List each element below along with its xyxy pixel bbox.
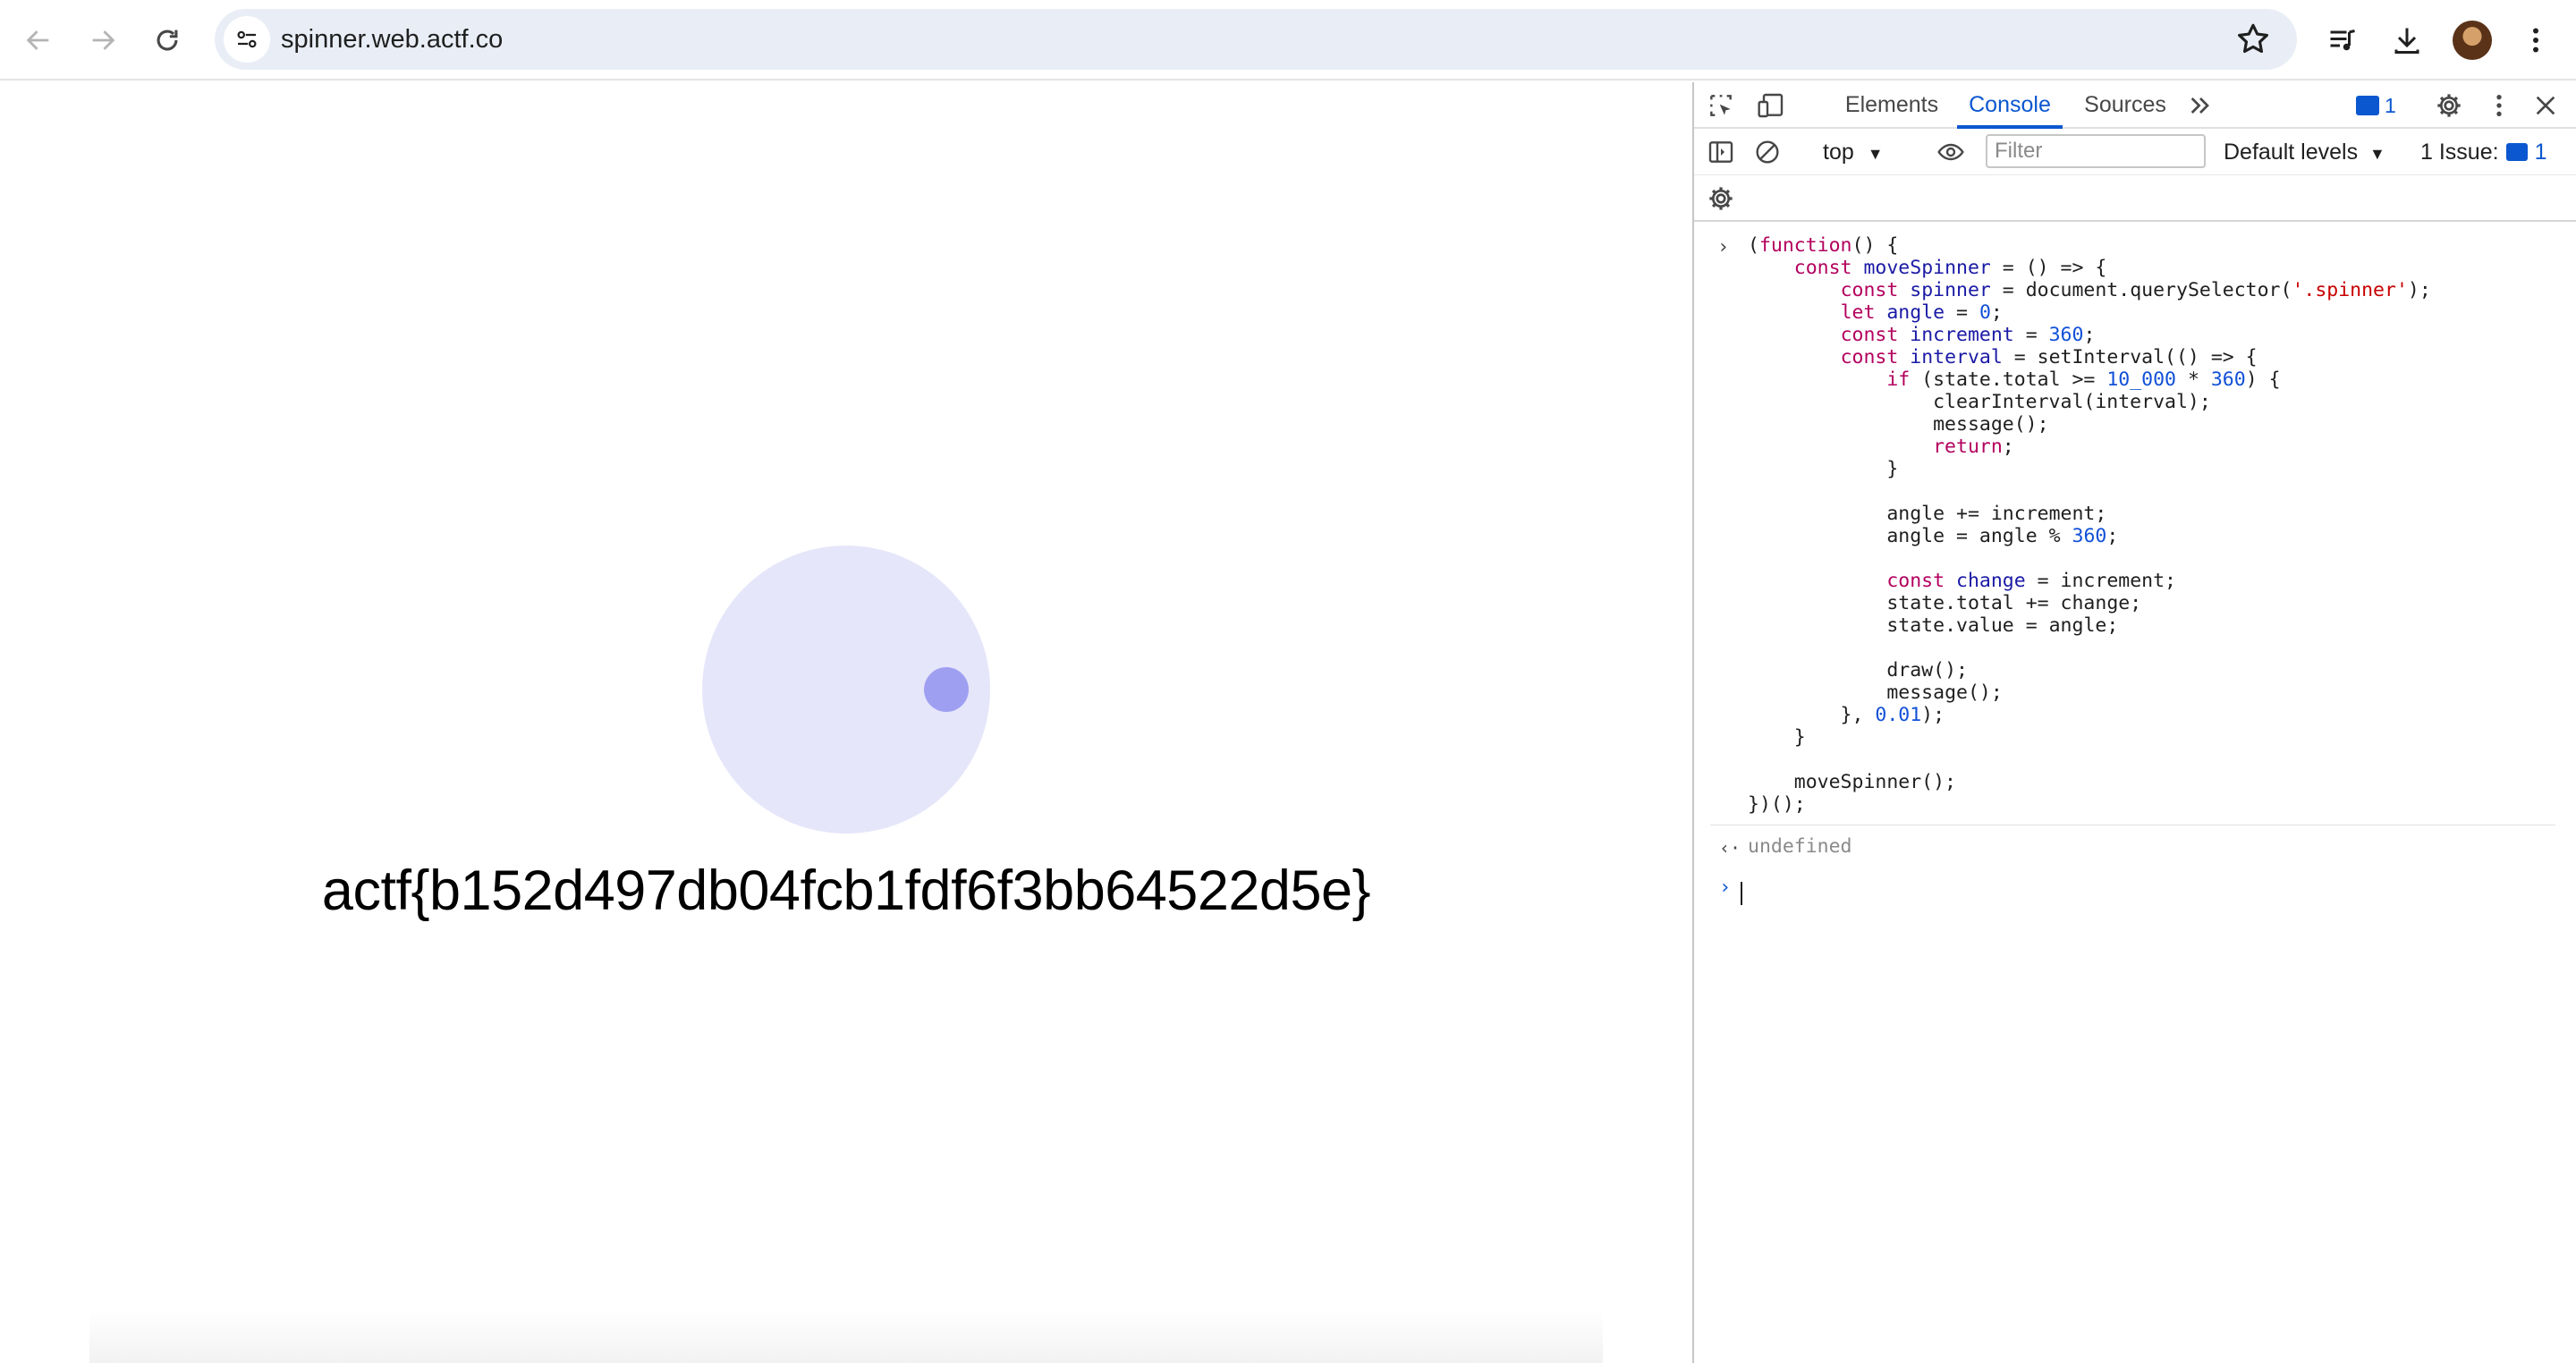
result-arrow-icon: ‹·	[1719, 837, 1741, 859]
console-settings-row	[1694, 175, 2576, 222]
tab-sources[interactable]: Sources	[2073, 82, 2177, 129]
issues-label: 1 Issue:	[2420, 140, 2499, 165]
download-icon	[2394, 28, 2419, 54]
back-button[interactable]	[14, 16, 63, 64]
more-tabs-icon	[2190, 97, 2209, 114]
code-line: message();	[1886, 682, 2003, 704]
devtools-tabbar: Elements Console Sources 1	[1694, 82, 2576, 129]
issue-icon	[2505, 143, 2528, 161]
inspect-button[interactable]	[1707, 91, 1735, 120]
log-levels-dropdown[interactable]: Default levels ▼	[2224, 137, 2385, 167]
log-levels-label: Default levels	[2224, 140, 2359, 165]
kebab-icon	[2496, 95, 2502, 116]
clear-console-icon	[1756, 140, 1779, 164]
avatar[interactable]	[2453, 21, 2492, 60]
code-line: const change = increment;	[1886, 570, 2176, 592]
live-expression-button[interactable]	[1936, 138, 1966, 166]
issues-count: 1	[2534, 140, 2547, 165]
spinner[interactable]	[702, 546, 990, 834]
settings-icon	[2437, 94, 2461, 117]
code-line: state.value = angle;	[1886, 614, 2119, 637]
spinner-handle[interactable]	[924, 667, 969, 712]
console-filter-input[interactable]: Filter	[1986, 134, 2206, 168]
forward-button[interactable]	[79, 16, 127, 64]
result-text: undefined	[1748, 835, 1852, 858]
text-caret	[1741, 882, 1742, 905]
code-line: clearInterval(interval);	[1933, 391, 2211, 413]
devtools-menu-button[interactable]	[2485, 91, 2513, 120]
tab-elements[interactable]: Elements	[1837, 82, 1946, 129]
device-toolbar-icon	[1758, 93, 1784, 118]
code-line: if (state.total >= 10_000 * 360) {	[1886, 368, 2281, 391]
code-line: }	[1748, 458, 1899, 480]
url-text[interactable]: spinner.web.actf.co	[281, 9, 503, 70]
chevron-right-icon: ›	[1717, 236, 1730, 258]
devtools-close-button[interactable]	[2531, 91, 2560, 120]
forward-icon	[92, 30, 115, 50]
code-line: message();	[1933, 413, 2049, 436]
eye-icon	[1937, 143, 1964, 161]
console-code: (function() { const moveSpinner = () => …	[1748, 234, 2431, 816]
media-controls-button[interactable]	[2318, 16, 2367, 64]
code-line: (function() {	[1748, 234, 1899, 257]
chevron-down-icon: ▼	[1867, 145, 1884, 163]
more-tabs-button[interactable]	[2186, 91, 2215, 120]
flag-text: actf{b152d497db04fcb1fdf6f3bb64522d5e}	[321, 859, 1371, 922]
site-info-button[interactable]	[224, 16, 270, 63]
device-toolbar-button[interactable]	[1757, 91, 1785, 120]
bookmark-star-icon[interactable]	[2234, 21, 2272, 58]
code-line: draw();	[1886, 659, 1968, 682]
page-viewport: actf{b152d497db04fcb1fdf6f3bb64522d5e}	[0, 82, 1692, 1363]
context-selector[interactable]: top ▼	[1823, 137, 1884, 167]
code-line: const increment = 360;	[1840, 324, 2096, 346]
reload-icon	[157, 30, 178, 51]
messages-badge[interactable]: 1	[2356, 93, 2396, 118]
devtools-settings-button[interactable]	[2435, 91, 2463, 120]
media-icon	[2330, 30, 2355, 51]
more-icon	[2533, 28, 2538, 53]
console-sidebar-button[interactable]	[1707, 138, 1735, 166]
bottom-shadow	[89, 1309, 1603, 1363]
prompt-chevron-icon: ›	[1719, 876, 1732, 899]
tab-console[interactable]: Console	[1957, 82, 2063, 129]
code-line: state.total += change;	[1886, 592, 2142, 614]
message-icon	[2356, 96, 2379, 115]
browser-toolbar: spinner.web.actf.co	[0, 0, 2576, 80]
code-line: return;	[1933, 436, 2014, 458]
code-line: angle += increment;	[1886, 503, 2107, 525]
console-settings-button[interactable]	[1707, 184, 1735, 213]
inspect-icon	[1710, 95, 1732, 116]
code-line: const spinner = document.querySelector('…	[1840, 279, 2431, 301]
address-bar[interactable]: spinner.web.actf.co	[215, 9, 2297, 70]
clear-console-button[interactable]	[1753, 138, 1782, 166]
messages-count: 1	[2385, 93, 2396, 117]
code-line: moveSpinner();	[1793, 771, 1957, 793]
sidebar-icon	[1708, 141, 1733, 163]
close-icon	[2536, 96, 2555, 115]
chevron-down-icon: ▼	[2369, 145, 2385, 163]
code-line: angle = angle % 360;	[1886, 525, 2119, 547]
site-info-icon	[237, 30, 257, 48]
console-settings-icon	[1709, 187, 1733, 210]
downloads-button[interactable]	[2383, 16, 2431, 64]
code-line: let angle = 0;	[1840, 301, 2003, 324]
issues-counter[interactable]: 1 Issue: 1	[2420, 137, 2546, 167]
console-result: ‹· undefined	[1694, 834, 2576, 864]
browser-menu-button[interactable]	[2512, 16, 2560, 64]
code-line: const moveSpinner = () => {	[1793, 257, 2107, 279]
code-line: }	[1748, 726, 1806, 749]
devtools-panel: Elements Console Sources 1 top ▼ Filter …	[1692, 82, 2576, 1363]
context-label: top	[1823, 140, 1854, 165]
code-line: }, 0.01);	[1748, 704, 1945, 726]
code-line: const interval = setInterval(() => {	[1840, 346, 2258, 368]
code-line: })();	[1748, 793, 1806, 816]
console-prompt[interactable]: ›	[1694, 871, 2576, 907]
back-icon	[26, 30, 49, 50]
reload-button[interactable]	[143, 16, 191, 64]
console-toolbar: top ▼ Filter Default levels ▼ 1 Issue: 1	[1694, 129, 2576, 175]
